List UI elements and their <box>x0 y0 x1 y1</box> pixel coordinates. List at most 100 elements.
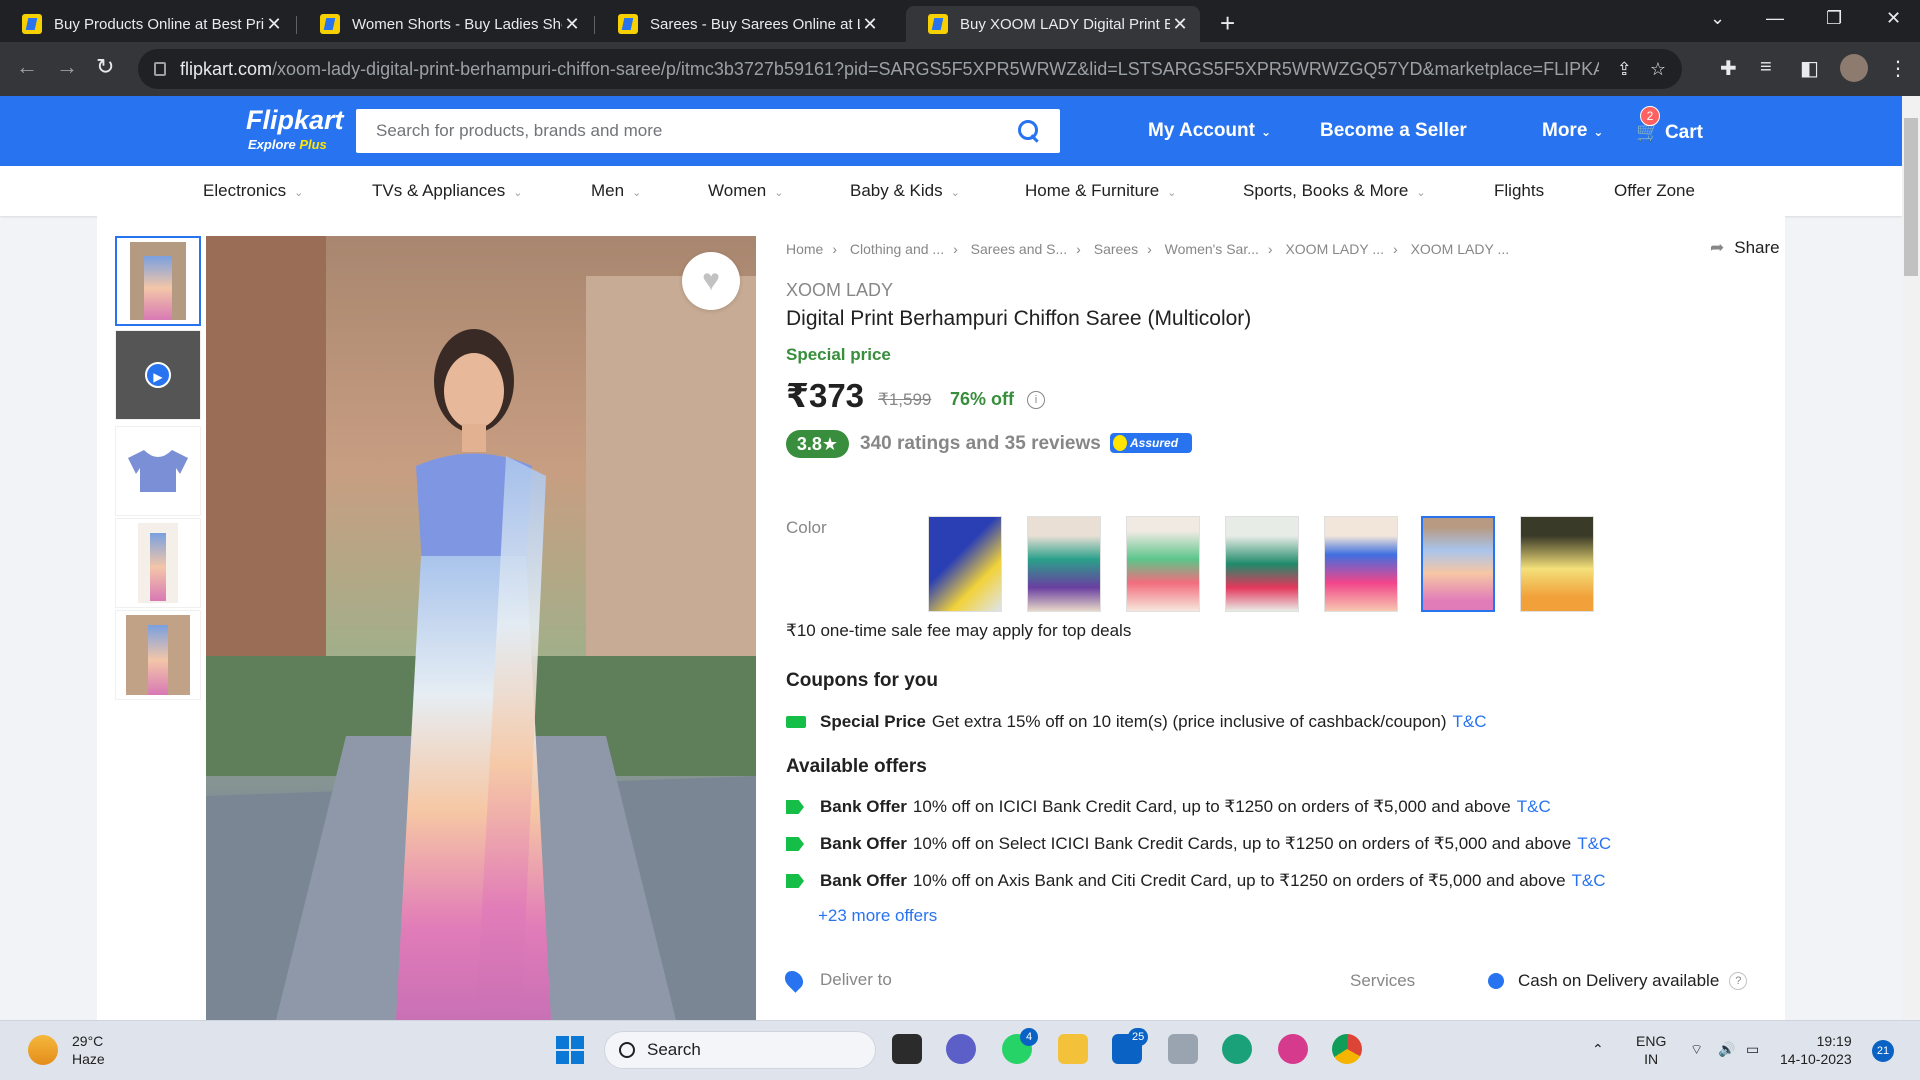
file-explorer-icon[interactable] <box>1058 1034 1088 1064</box>
taskbar-search[interactable]: Search <box>604 1031 876 1069</box>
rating-badge[interactable]: 3.8★ <box>786 430 849 458</box>
color-swatch[interactable] <box>928 516 1002 612</box>
close-icon[interactable]: ✕ <box>860 14 880 35</box>
tab-separator <box>296 16 297 34</box>
sale-fee-note: ₹10 one-time sale fee may apply for top … <box>786 621 1132 640</box>
scrollbar-thumb[interactable] <box>1904 118 1918 276</box>
color-swatch[interactable] <box>1520 516 1594 612</box>
edge-icon[interactable] <box>1222 1034 1252 1064</box>
category-sports-books[interactable]: Sports, Books & More ⌄ <box>1243 181 1426 201</box>
category-electronics[interactable]: Electronics ⌄ <box>203 181 303 201</box>
new-tab-icon[interactable]: + <box>1220 8 1235 39</box>
teams-icon[interactable] <box>946 1034 976 1064</box>
browser-tab[interactable]: Women Shorts - Buy Ladies Sho ✕ <box>298 6 592 42</box>
my-account-menu[interactable]: My Account ⌄ <box>1148 120 1271 142</box>
category-offer-zone[interactable]: Offer Zone <box>1614 181 1695 201</box>
tab-title: Buy XOOM LADY Digital Print Be <box>960 15 1170 33</box>
breadcrumb-item[interactable]: Sarees <box>1094 241 1138 257</box>
color-swatch[interactable] <box>1027 516 1101 612</box>
address-bar[interactable]: flipkart.com/xoom-lady-digital-print-ber… <box>138 49 1682 89</box>
category-baby-kids[interactable]: Baby & Kids ⌄ <box>850 181 960 201</box>
back-icon[interactable]: ← <box>16 54 38 80</box>
close-icon[interactable]: ✕ <box>562 14 582 35</box>
product-thumbnail[interactable] <box>115 236 201 326</box>
media-control-icon[interactable]: ≡ <box>1760 56 1772 79</box>
windows-start-icon[interactable] <box>556 1036 584 1064</box>
side-panel-icon[interactable]: ◧ <box>1800 56 1819 81</box>
breadcrumb-item[interactable]: Sarees and S... <box>971 241 1068 257</box>
restore-icon[interactable]: ❐ <box>1826 8 1842 29</box>
close-icon[interactable]: ✕ <box>264 14 284 35</box>
ratings-reviews-count[interactable]: 340 ratings and 35 reviews <box>860 433 1101 455</box>
color-swatch[interactable] <box>1225 516 1299 612</box>
browser-tab[interactable]: Sarees - Buy Sarees Online at Lo ✕ <box>596 6 890 42</box>
original-price: ₹1,599 <box>878 390 932 409</box>
profile-avatar[interactable] <box>1840 54 1868 82</box>
category-flights[interactable]: Flights <box>1494 181 1544 201</box>
color-swatch[interactable] <box>1126 516 1200 612</box>
close-window-icon[interactable]: ✕ <box>1886 8 1901 29</box>
share-button[interactable]: ➦ Share <box>1710 238 1780 258</box>
chrome-icon[interactable] <box>1332 1034 1362 1064</box>
help-icon[interactable]: ? <box>1729 972 1748 990</box>
product-thumbnail[interactable] <box>115 518 201 608</box>
weather-widget[interactable]: 29°C Haze <box>28 1032 105 1068</box>
tc-link[interactable]: T&C <box>1577 834 1611 854</box>
tab-search-icon[interactable]: ⌄ <box>1710 8 1725 29</box>
language-indicator[interactable]: ENG IN <box>1636 1032 1666 1068</box>
notepad-icon[interactable] <box>1168 1034 1198 1064</box>
search-icon[interactable] <box>1018 120 1040 142</box>
explore-plus-label[interactable]: Explore Plus <box>248 137 327 152</box>
product-main-image[interactable] <box>206 236 756 1020</box>
search-bar[interactable]: Search for products, brands and more <box>356 109 1060 153</box>
color-swatch[interactable] <box>1324 516 1398 612</box>
minimize-icon[interactable]: — <box>1766 8 1784 29</box>
wps-icon[interactable] <box>1278 1034 1308 1064</box>
become-seller-link[interactable]: Become a Seller <box>1320 120 1467 142</box>
share-page-icon[interactable]: ⇪ <box>1617 59 1632 80</box>
category-women[interactable]: Women ⌄ <box>708 181 783 201</box>
chevron-right-icon: › <box>832 241 838 257</box>
search-input[interactable]: Search for products, brands and more <box>376 121 1018 141</box>
flipkart-favicon-icon <box>22 14 42 34</box>
tc-link[interactable]: T&C <box>1572 871 1606 891</box>
more-offers-link[interactable]: +23 more offers <box>818 906 937 926</box>
product-thumbnail[interactable] <box>115 610 201 700</box>
reload-icon[interactable]: ↻ <box>96 54 114 80</box>
bookmark-star-icon[interactable]: ☆ <box>1650 59 1666 80</box>
battery-icon[interactable]: ▭ <box>1746 1040 1759 1058</box>
product-video-thumbnail[interactable]: ▶ <box>115 330 201 420</box>
offer-item: Bank Offer 10% off on Select ICICI Bank C… <box>786 834 1611 854</box>
notification-badge[interactable]: 21 <box>1872 1040 1894 1062</box>
breadcrumb-item[interactable]: Women's Sar... <box>1165 241 1259 257</box>
chevron-up-icon[interactable]: ⌃ <box>1592 1040 1604 1058</box>
category-home-furniture[interactable]: Home & Furniture ⌄ <box>1025 181 1176 201</box>
category-tvs-appliances[interactable]: TVs & Appliances ⌄ <box>372 181 522 201</box>
browser-tab-active[interactable]: Buy XOOM LADY Digital Print Be ✕ <box>906 6 1200 42</box>
browser-menu-icon[interactable]: ⋮ <box>1888 56 1908 81</box>
category-men[interactable]: Men ⌄ <box>591 181 641 201</box>
tab-separator <box>594 16 595 34</box>
breadcrumb-item[interactable]: Clothing and ... <box>850 241 944 257</box>
flipkart-logo[interactable]: Flipkart <box>246 105 344 136</box>
tc-link[interactable]: T&C <box>1453 712 1487 732</box>
task-view-icon[interactable] <box>892 1034 922 1064</box>
info-icon[interactable]: i <box>1027 391 1045 409</box>
product-brand[interactable]: XOOM LADY <box>786 280 893 301</box>
close-icon[interactable]: ✕ <box>1170 14 1190 35</box>
color-swatch-selected[interactable] <box>1421 516 1495 612</box>
product-thumbnail[interactable] <box>115 426 201 516</box>
breadcrumb-item[interactable]: XOOM LADY ... <box>1285 241 1384 257</box>
breadcrumb-item[interactable]: XOOM LADY ... <box>1411 241 1510 257</box>
mail-badge: 25 <box>1128 1028 1149 1046</box>
forward-icon[interactable]: → <box>56 54 78 80</box>
taskbar-clock[interactable]: 19:19 14-10-2023 <box>1780 1032 1852 1068</box>
volume-icon[interactable]: 🔊 <box>1718 1040 1735 1058</box>
breadcrumb-item[interactable]: Home <box>786 241 823 257</box>
browser-tab[interactable]: Buy Products Online at Best Pric ✕ <box>0 6 294 42</box>
more-menu[interactable]: More ⌄ <box>1542 120 1603 142</box>
tc-link[interactable]: T&C <box>1517 797 1551 817</box>
wifi-icon[interactable]: ⌔ <box>1690 1040 1703 1058</box>
extensions-icon[interactable]: ✚ <box>1720 56 1737 81</box>
wishlist-heart-icon[interactable]: ♥ <box>682 252 740 310</box>
